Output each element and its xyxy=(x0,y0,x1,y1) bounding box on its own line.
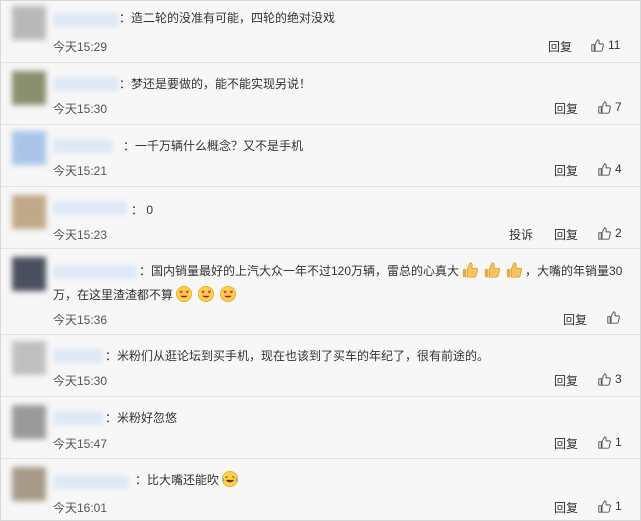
like-button[interactable] xyxy=(607,311,624,324)
username[interactable] xyxy=(53,139,113,153)
like-button[interactable]: 1 xyxy=(598,435,622,449)
like-count: 2 xyxy=(615,226,622,240)
reply-button[interactable]: 回复 xyxy=(554,100,578,117)
username[interactable] xyxy=(53,13,119,27)
comment-item: ：一千万辆什么概念？又不是手机 今天15:21 回复 4 xyxy=(1,125,640,187)
thumbs-up-icon xyxy=(598,226,611,240)
thumbs-up-emoji xyxy=(462,262,479,278)
reply-button[interactable]: 回复 xyxy=(554,499,578,516)
laughing-crying-emoji xyxy=(222,470,239,488)
username[interactable] xyxy=(53,201,127,215)
avatar[interactable] xyxy=(12,467,46,501)
like-count: 7 xyxy=(615,100,622,114)
thumbs-up-icon xyxy=(598,372,611,386)
comment-text: ：梦还是要做的，能不能实现另说！ xyxy=(119,77,312,91)
comment-text-part: ：比大嘴还能吹 xyxy=(135,473,220,487)
reply-button[interactable]: 回复 xyxy=(554,226,578,243)
comment-text: ： 0 xyxy=(131,203,154,217)
avatar[interactable] xyxy=(12,257,46,291)
username[interactable] xyxy=(53,349,103,363)
comment-text-part: ：国内销量最好的上汽大众一年不过120万辆，雷总的心真大 xyxy=(139,264,460,278)
thumbs-up-emoji xyxy=(506,262,523,278)
reply-button[interactable]: 回复 xyxy=(554,372,578,389)
like-button[interactable]: 3 xyxy=(598,372,622,386)
like-count: 3 xyxy=(615,372,622,386)
like-button[interactable]: 11 xyxy=(591,38,620,52)
heart-eyes-emoji xyxy=(220,285,237,303)
like-button[interactable]: 1 xyxy=(598,499,622,513)
comment-time: 今天15:30 xyxy=(53,102,108,116)
heart-eyes-emoji xyxy=(198,285,215,303)
username[interactable] xyxy=(53,411,103,425)
comment-item: ：米粉好忽悠 今天15:47 回复 1 xyxy=(1,397,640,459)
comment-time: 今天15:29 xyxy=(53,40,108,54)
comment-item: ：梦还是要做的，能不能实现另说！ 今天15:30 回复 7 xyxy=(1,63,640,125)
heart-eyes-emoji xyxy=(176,285,193,303)
comment-text-part: ，大嘴的年销量30 xyxy=(525,264,623,278)
avatar[interactable] xyxy=(12,71,46,105)
comment-text: ：米粉好忽悠 xyxy=(105,411,178,425)
avatar[interactable] xyxy=(12,195,46,229)
comment-time: 今天15:21 xyxy=(53,164,108,178)
avatar[interactable] xyxy=(12,6,46,40)
thumbs-up-icon xyxy=(598,100,611,114)
comment-list: ：造二轮的没准有可能，四轮的绝对没戏 今天15:29 回复 11 ：梦还是要做的… xyxy=(0,0,641,521)
like-button[interactable]: 4 xyxy=(598,162,622,176)
comment-text-part: 万，在这里渣渣都不算 xyxy=(53,288,174,302)
comment-item: ：米粉们从逛论坛到买手机，现在也该到了买车的年纪了，很有前途的。 今天15:30… xyxy=(1,335,640,397)
comment-text: ：米粉们从逛论坛到买手机，现在也该到了买车的年纪了，很有前途的。 xyxy=(105,349,490,363)
comment-item: ： 0 今天15:23 投诉 回复 2 xyxy=(1,187,640,249)
username[interactable] xyxy=(53,77,119,91)
like-count: 11 xyxy=(608,38,621,52)
thumbs-up-icon xyxy=(607,311,620,324)
comment-text: ：造二轮的没准有可能，四轮的绝对没戏 xyxy=(119,11,336,25)
thumbs-up-icon xyxy=(598,499,611,513)
reply-button[interactable]: 回复 xyxy=(554,435,578,452)
thumbs-up-icon xyxy=(591,38,604,52)
comment-time: 今天15:23 xyxy=(53,228,108,242)
comment-time: 今天15:47 xyxy=(53,437,108,451)
comment-text: ：比大嘴还能吹 xyxy=(135,469,626,491)
comment-text: ：国内销量最好的上汽大众一年不过120万辆，雷总的心真大 ，大嘴的年销量30 万，在… xyxy=(53,259,630,307)
thumbs-up-emoji xyxy=(484,262,501,278)
reply-button[interactable]: 回复 xyxy=(554,162,578,179)
comment-item: ：造二轮的没准有可能，四轮的绝对没戏 今天15:29 回复 11 xyxy=(1,1,640,63)
avatar[interactable] xyxy=(12,341,46,375)
avatar[interactable] xyxy=(12,131,46,165)
comment-text: ：一千万辆什么概念？又不是手机 xyxy=(123,139,304,153)
comment-time: 今天15:36 xyxy=(53,313,108,327)
comment-time: 今天16:01 xyxy=(53,501,108,515)
comment-item: ：比大嘴还能吹 今天16:01 回复 1 xyxy=(1,459,640,521)
reply-button[interactable]: 回复 xyxy=(548,38,572,55)
report-button[interactable]: 投诉 xyxy=(509,226,533,243)
comment-item: ：国内销量最好的上汽大众一年不过120万辆，雷总的心真大 ，大嘴的年销量30 万，在… xyxy=(1,249,640,335)
like-count: 1 xyxy=(615,499,622,513)
comment-time: 今天15:30 xyxy=(53,374,108,388)
like-button[interactable]: 7 xyxy=(598,100,622,114)
like-count: 4 xyxy=(615,162,622,176)
username[interactable] xyxy=(53,475,129,489)
avatar[interactable] xyxy=(12,405,46,439)
like-count: 1 xyxy=(615,435,622,449)
thumbs-up-icon xyxy=(598,162,611,176)
thumbs-up-icon xyxy=(598,435,611,449)
like-button[interactable]: 2 xyxy=(598,226,622,240)
reply-button[interactable]: 回复 xyxy=(563,311,587,328)
